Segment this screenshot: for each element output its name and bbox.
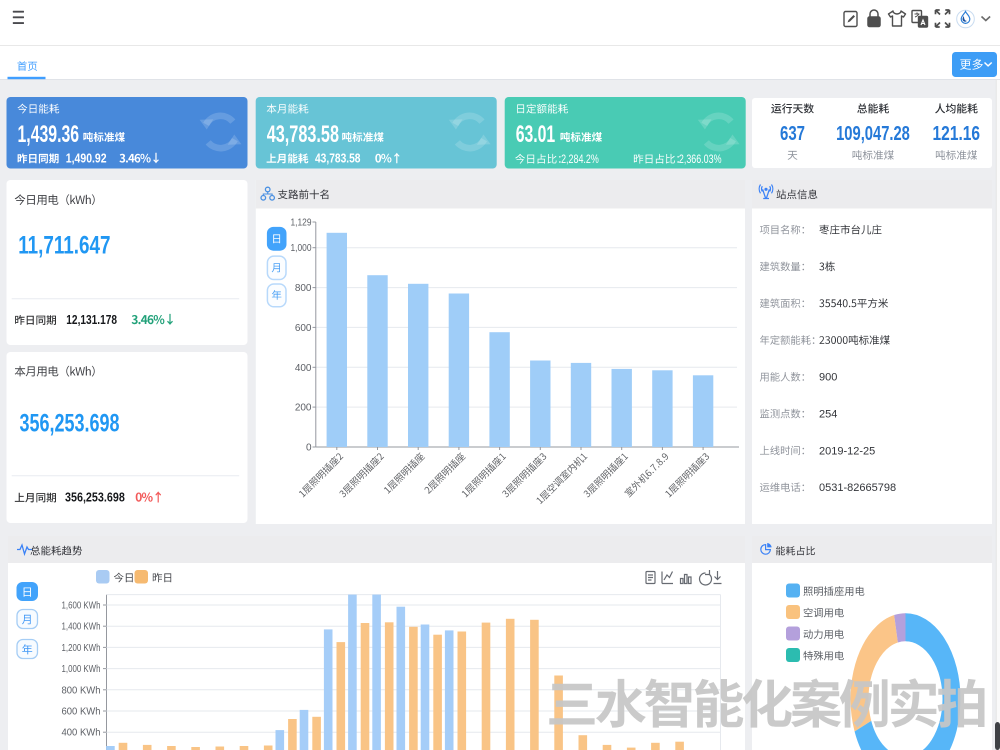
svg-text:600 KWh: 600 KWh: [62, 707, 101, 718]
svg-text:637: 637: [780, 123, 805, 145]
svg-text:356,253.698: 356,253.698: [65, 490, 125, 505]
svg-text:121.16: 121.16: [933, 123, 981, 145]
svg-text:254: 254: [819, 409, 837, 421]
svg-text:1,439.36: 1,439.36: [18, 121, 80, 148]
svg-text:12,131.178: 12,131.178: [66, 312, 117, 327]
svg-text:0: 0: [306, 443, 312, 454]
svg-text:400: 400: [295, 363, 312, 374]
svg-text:400 KWh: 400 KWh: [62, 728, 101, 739]
svg-text:43,783.58: 43,783.58: [267, 121, 339, 148]
svg-text:800 KWh: 800 KWh: [62, 685, 101, 696]
svg-text:1,490.92: 1,490.92: [66, 150, 107, 165]
svg-text:900: 900: [819, 372, 837, 384]
svg-text:2,284.2%: 2,284.2%: [561, 152, 599, 166]
svg-text:2019-12-25: 2019-12-25: [819, 445, 875, 457]
svg-text:43,783.58: 43,783.58: [315, 150, 361, 165]
svg-text:0531-82665798: 0531-82665798: [819, 482, 896, 494]
svg-text:800: 800: [295, 283, 312, 294]
svg-text:109,047.28: 109,047.28: [836, 123, 910, 145]
svg-text:200: 200: [295, 403, 312, 414]
svg-text:1,600 KWh: 1,600 KWh: [62, 601, 101, 612]
svg-text:600: 600: [295, 323, 312, 334]
svg-text:356,253.698: 356,253.698: [20, 410, 120, 438]
svg-text:1,129: 1,129: [291, 218, 312, 229]
svg-text:63.01: 63.01: [516, 121, 556, 148]
svg-text:1,200 KWh: 1,200 KWh: [62, 643, 101, 654]
svg-text:2,366.03%: 2,366.03%: [679, 152, 722, 166]
svg-text:1,000: 1,000: [291, 243, 312, 254]
svg-text:11,711.647: 11,711.647: [18, 232, 110, 260]
svg-text:1,400 KWh: 1,400 KWh: [62, 622, 101, 633]
svg-text:1,000 KWh: 1,000 KWh: [62, 664, 101, 675]
